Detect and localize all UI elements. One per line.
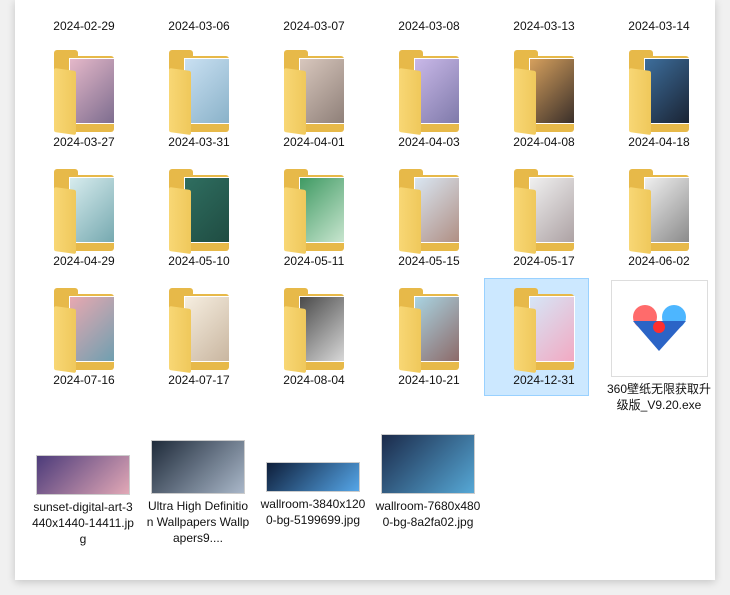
folder-item[interactable]: 2024-07-16 [31, 288, 137, 388]
folder-item[interactable]: 2024-06-02 [606, 169, 712, 269]
folder-label: 2024-05-15 [398, 254, 460, 268]
image-thumbnail [381, 434, 475, 494]
folder-item[interactable]: 2024-10-21 [376, 288, 482, 388]
folder-item[interactable]: 2024-04-29 [31, 169, 137, 269]
exe-file-label: 360壁纸无限获取升级版_V9.20.exe [606, 382, 712, 412]
folder-item[interactable]: 2024-03-14 [606, 18, 712, 34]
folder-label: 2024-02-29 [53, 19, 115, 33]
folder-item[interactable]: 2024-07-17 [146, 288, 252, 388]
image-file-item[interactable]: sunset-digital-art-3440x1440-14411.jpg [30, 455, 136, 547]
folder-icon [51, 50, 117, 136]
folder-label: 2024-04-29 [53, 254, 115, 268]
folder-icon [511, 169, 577, 255]
folder-label: 2024-03-06 [168, 19, 230, 33]
folder-item[interactable]: 2024-03-13 [491, 18, 597, 34]
folder-item[interactable]: 2024-04-01 [261, 50, 367, 150]
folder-label: 2024-08-04 [283, 373, 345, 387]
image-file-label: wallroom-3840x1200-bg-5199699.jpg [260, 497, 366, 527]
folder-icon [511, 50, 577, 136]
folder-item[interactable]: 2024-05-10 [146, 169, 252, 269]
folder-item[interactable]: 2024-03-06 [146, 18, 252, 34]
folder-label: 2024-05-17 [513, 254, 575, 268]
folder-item[interactable]: 2024-04-08 [491, 50, 597, 150]
image-file-label: sunset-digital-art-3440x1440-14411.jpg [32, 500, 134, 546]
folder-icon [396, 169, 462, 255]
folder-label: 2024-04-18 [628, 135, 690, 149]
folder-icon [281, 288, 347, 374]
folder-item[interactable]: 2024-04-03 [376, 50, 482, 150]
folder-label: 2024-04-08 [513, 135, 575, 149]
folder-item[interactable]: 2024-05-17 [491, 169, 597, 269]
folder-icon [396, 288, 462, 374]
folder-label: 2024-03-31 [168, 135, 230, 149]
folder-icon [396, 50, 462, 136]
folder-item[interactable]: 2024-04-18 [606, 50, 712, 150]
image-file-item[interactable]: wallroom-7680x4800-bg-8a2fa02.jpg [375, 434, 481, 530]
folder-label: 2024-10-21 [398, 373, 460, 387]
folder-icon [166, 169, 232, 255]
folder-label: 2024-07-16 [53, 373, 115, 387]
image-file-label: Ultra High Definition Wallpapers Wallpap… [146, 499, 250, 545]
image-thumbnail [36, 455, 130, 495]
folder-item[interactable]: 2024-12-31 [491, 288, 597, 388]
folder-label: 2024-03-13 [513, 19, 575, 33]
folder-item[interactable]: 2024-03-07 [261, 18, 367, 34]
heart-app-icon [610, 280, 708, 377]
folder-icon [166, 50, 232, 136]
folder-label: 2024-03-27 [53, 135, 115, 149]
folder-label: 2024-07-17 [168, 373, 230, 387]
folder-label: 2024-04-01 [283, 135, 345, 149]
image-thumbnail [151, 440, 245, 494]
folder-item[interactable]: 2024-02-29 [31, 18, 137, 34]
image-thumbnail [266, 462, 360, 492]
folder-item[interactable]: 2024-08-04 [261, 288, 367, 388]
folder-label: 2024-12-31 [513, 373, 575, 387]
folder-label: 2024-04-03 [398, 135, 460, 149]
folder-icon [281, 169, 347, 255]
image-file-item[interactable]: wallroom-3840x1200-bg-5199699.jpg [260, 462, 366, 528]
folder-item[interactable]: 2024-05-11 [261, 169, 367, 269]
folder-label: 2024-05-11 [283, 254, 345, 268]
folder-icon [166, 288, 232, 374]
folder-label: 2024-05-10 [168, 254, 230, 268]
folder-icon [626, 50, 692, 136]
folder-icon [281, 50, 347, 136]
file-explorer-window: 2024-02-29 2024-03-06 2024-03-07 2024-03-08… [15, 0, 715, 580]
folder-label: 2024-03-07 [283, 19, 345, 33]
folder-icon [511, 288, 577, 374]
folder-item[interactable]: 2024-03-08 [376, 18, 482, 34]
folder-label: 2024-03-14 [628, 19, 690, 33]
exe-file-item[interactable]: 360壁纸无限获取升级版_V9.20.exe [606, 280, 712, 413]
image-file-item[interactable]: Ultra High Definition Wallpapers Wallpap… [145, 440, 251, 546]
image-file-label: wallroom-7680x4800-bg-8a2fa02.jpg [375, 499, 481, 529]
folder-label: 2024-06-02 [628, 254, 690, 268]
folder-icon [51, 288, 117, 374]
folder-label: 2024-03-08 [398, 19, 460, 33]
folder-item[interactable]: 2024-05-15 [376, 169, 482, 269]
folder-icon [51, 169, 117, 255]
folder-icon [626, 169, 692, 255]
folder-item[interactable]: 2024-03-27 [31, 50, 137, 150]
folder-item[interactable]: 2024-03-31 [146, 50, 252, 150]
